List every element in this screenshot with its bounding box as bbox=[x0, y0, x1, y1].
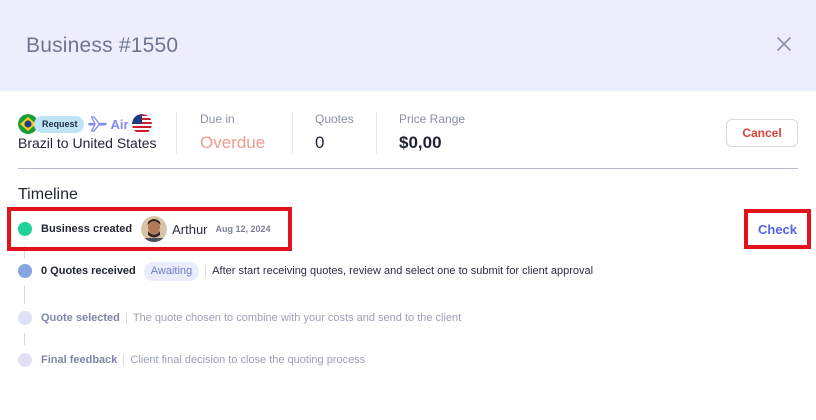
timeline-item-quotes-received: 0 Quotes received Awaiting After start r… bbox=[18, 261, 593, 281]
divider bbox=[376, 112, 377, 154]
route-text: Brazil to United States bbox=[18, 135, 157, 151]
divider bbox=[292, 112, 293, 154]
timeline-item-description: Client final decision to close the quoti… bbox=[130, 354, 366, 366]
request-badge: Request bbox=[34, 115, 84, 133]
route-badges: Request Air bbox=[18, 114, 152, 134]
usa-flag-icon bbox=[131, 114, 152, 134]
page-title: Business #1550 bbox=[26, 34, 179, 57]
due-in-stat: Due in Overdue bbox=[200, 112, 265, 153]
timeline-connector bbox=[24, 333, 25, 345]
timeline-item-description: The quote chosen to combine with your co… bbox=[132, 312, 462, 324]
check-button[interactable]: Check bbox=[744, 209, 811, 249]
separator bbox=[125, 312, 127, 324]
timeline-item-label: Final feedback bbox=[41, 354, 118, 366]
timeline-item-label: Quote selected bbox=[41, 312, 120, 324]
business-modal: Business #1550 Request Air Brazil to Uni… bbox=[0, 0, 816, 420]
status-dot bbox=[18, 353, 32, 367]
timeline-title: Timeline bbox=[18, 186, 78, 203]
modal-header: Business #1550 bbox=[0, 0, 816, 91]
timeline-item-quote-selected: Quote selected The quote chosen to combi… bbox=[18, 308, 461, 328]
cancel-button[interactable]: Cancel bbox=[726, 119, 798, 147]
business-summary: Request Air Brazil to United States Due … bbox=[18, 110, 798, 160]
plane-icon bbox=[87, 114, 109, 134]
close-icon[interactable] bbox=[775, 35, 793, 53]
transport-mode-label: Air bbox=[110, 116, 129, 132]
price-range-value: $0,00 bbox=[399, 133, 442, 152]
highlight-box bbox=[7, 207, 292, 251]
timeline-item-label: 0 Quotes received bbox=[41, 265, 136, 277]
section-divider bbox=[18, 168, 798, 169]
status-dot bbox=[18, 264, 32, 278]
due-in-value: Overdue bbox=[200, 133, 266, 152]
separator bbox=[123, 354, 125, 366]
price-range-stat: Price Range $0,00 bbox=[399, 112, 465, 153]
divider bbox=[176, 112, 177, 154]
due-in-label: Due in bbox=[200, 112, 235, 126]
quotes-label: Quotes bbox=[315, 112, 354, 126]
quotes-value: 0 bbox=[315, 133, 325, 152]
quotes-stat: Quotes 0 bbox=[315, 112, 354, 153]
timeline-connector bbox=[24, 286, 25, 304]
timeline-item-final-feedback: Final feedback Client final decision to … bbox=[18, 350, 365, 370]
status-dot bbox=[18, 311, 32, 325]
timeline-item-description: After start receiving quotes, review and… bbox=[212, 265, 594, 277]
status-badge: Awaiting bbox=[143, 261, 200, 281]
price-range-label: Price Range bbox=[399, 112, 466, 126]
separator bbox=[205, 265, 207, 277]
